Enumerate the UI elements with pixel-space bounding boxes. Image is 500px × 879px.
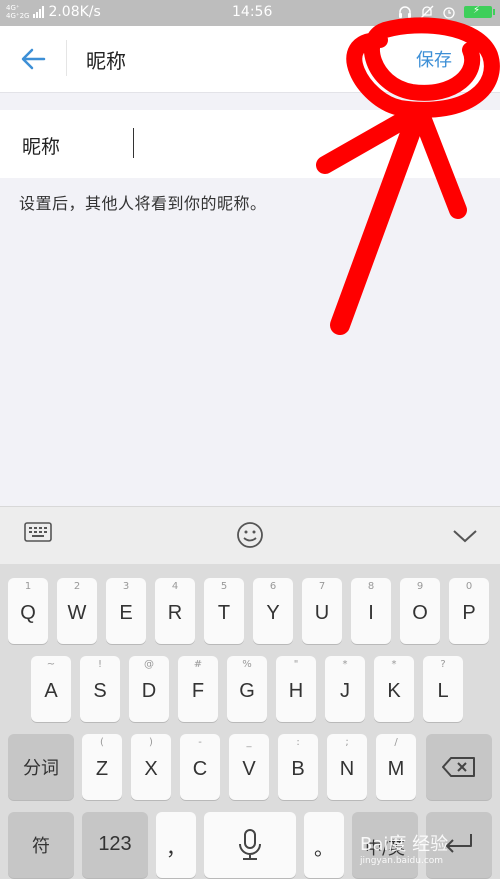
key-t-label: T [217, 602, 231, 624]
key-u-label: U [314, 602, 330, 624]
key-q-secondary: 1 [24, 581, 32, 592]
keyboard-toolbar [0, 506, 500, 565]
microphone-icon [239, 829, 261, 860]
key-d[interactable]: @ D [129, 656, 169, 722]
key-b-secondary: : [296, 737, 300, 748]
key-123-label: 123 [98, 833, 132, 855]
key-h-secondary: " [293, 659, 299, 670]
key-backspace[interactable] [426, 734, 492, 800]
key-t[interactable]: 5T [204, 578, 244, 644]
key-m-label: M [387, 758, 405, 780]
chevron-down-icon[interactable] [452, 527, 478, 545]
key-v-secondary: _ [246, 737, 252, 748]
key-symbol-label: 符 [32, 836, 50, 857]
key-b[interactable]: :B [278, 734, 318, 800]
key-x-secondary: ) [149, 737, 153, 748]
key-n-secondary: ; [345, 737, 349, 748]
key-a[interactable]: ~ A [31, 656, 71, 722]
backspace-icon [442, 757, 475, 777]
key-t-secondary: 5 [220, 581, 228, 592]
key-j-label: J [340, 680, 350, 702]
key-d-secondary: @ [144, 659, 154, 670]
key-v[interactable]: _ V [229, 734, 269, 800]
key-i-secondary: 8 [367, 581, 375, 592]
key-n[interactable]: ; N [327, 734, 367, 800]
key-m-secondary: / [394, 737, 398, 748]
key-comma-label: ， [166, 838, 186, 860]
key-z-label: Z [95, 758, 109, 780]
key-z-secondary: ( [100, 737, 104, 748]
key-i[interactable]: 8I [351, 578, 391, 644]
key-w[interactable]: 2W [57, 578, 97, 644]
key-y-label: Y [266, 602, 280, 624]
watermark-text: Bai度 经验 [360, 834, 449, 855]
key-w-label: W [67, 602, 87, 624]
key-m[interactable]: / M [376, 734, 416, 800]
key-h-label: H [288, 680, 304, 702]
key-x-label: X [144, 758, 158, 780]
key-h[interactable]: " H [276, 656, 316, 722]
key-x[interactable]: ) X [131, 734, 171, 800]
key-123[interactable]: 123 [82, 812, 148, 878]
key-p-label: P [462, 602, 476, 624]
key-k-label: K [387, 680, 401, 702]
key-n-label: N [339, 758, 355, 780]
key-space-voice[interactable] [204, 812, 296, 878]
key-g[interactable]: % G [227, 656, 267, 722]
key-period-label: 。 [314, 838, 334, 860]
key-g-label: G [239, 680, 255, 702]
key-s-label: S [93, 680, 107, 702]
key-p-secondary: 0 [465, 581, 473, 592]
key-l-secondary: ? [440, 659, 446, 670]
key-f-label: F [191, 680, 205, 702]
key-period[interactable]: 。 [304, 812, 344, 878]
key-c-label: C [192, 758, 208, 780]
key-o-label: O [412, 602, 428, 624]
key-q-label: Q [20, 602, 36, 624]
key-o-secondary: 9 [416, 581, 424, 592]
key-f[interactable]: # F [178, 656, 218, 722]
key-u-secondary: 7 [318, 581, 326, 592]
key-p[interactable]: 0P [449, 578, 489, 644]
key-r-secondary: 4 [171, 581, 179, 592]
key-y[interactable]: 6Y [253, 578, 293, 644]
key-d-label: D [141, 680, 157, 702]
key-k[interactable]: * K [374, 656, 414, 722]
key-j[interactable]: * J [325, 656, 365, 722]
key-a-secondary: ~ [46, 659, 56, 670]
key-e-label: E [119, 602, 133, 624]
watermark-url: jingyan.baidu.com [360, 856, 444, 866]
baidu-watermark: Bai度 经验 jingyan.baidu.com [360, 830, 448, 866]
key-v-label: V [242, 758, 256, 780]
key-u[interactable]: 7U [302, 578, 342, 644]
key-s-secondary: ! [97, 659, 102, 670]
key-s[interactable]: ! S [80, 656, 120, 722]
key-w-secondary: 2 [73, 581, 81, 592]
key-g-secondary: % [242, 659, 252, 670]
key-q[interactable]: 1Q [8, 578, 48, 644]
emoji-icon[interactable] [236, 521, 264, 549]
keyboard-icon[interactable] [24, 521, 52, 545]
key-segment[interactable]: 分词 [8, 734, 74, 800]
key-comma[interactable]: ， [156, 812, 196, 878]
key-o[interactable]: 9O [400, 578, 440, 644]
key-c-secondary: - [198, 737, 202, 748]
key-symbol[interactable]: 符 [8, 812, 74, 878]
key-a-label: A [44, 680, 58, 702]
key-e[interactable]: 3E [106, 578, 146, 644]
key-j-secondary: * [342, 659, 348, 670]
key-e-secondary: 3 [122, 581, 130, 592]
key-r[interactable]: 4R [155, 578, 195, 644]
key-f-secondary: # [193, 659, 203, 670]
key-segment-label: 分词 [23, 758, 59, 779]
key-c[interactable]: -C [180, 734, 220, 800]
key-r-label: R [167, 602, 183, 624]
key-l[interactable]: ? L [423, 656, 463, 722]
key-l-label: L [437, 680, 449, 702]
key-z[interactable]: (Z [82, 734, 122, 800]
key-y-secondary: 6 [269, 581, 277, 592]
key-k-secondary: * [391, 659, 397, 670]
key-i-label: I [368, 602, 374, 624]
key-b-label: B [291, 758, 305, 780]
